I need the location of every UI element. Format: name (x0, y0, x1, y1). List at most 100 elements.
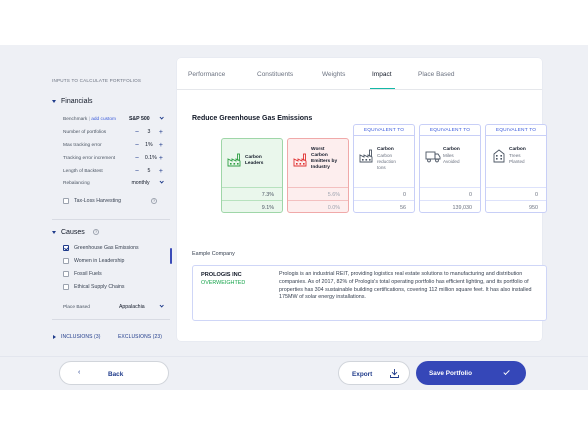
sidebar: INPUTS TO CALCULATE PORTFOLIOS Financial… (45, 45, 175, 345)
carbon-leaders-label: Carbon Leaders (245, 155, 264, 166)
cause-checkbox-greenhouse[interactable]: Greenhouse Gas Emissions (63, 244, 163, 252)
param-value: 3 (147, 129, 151, 135)
impact-panel: Performance Constituents Weights Impact … (177, 58, 547, 341)
increment-button[interactable]: + (159, 142, 163, 149)
footer-divider (0, 356, 588, 357)
inclusions-label: INCLUSIONS (3) (61, 334, 101, 340)
divider (52, 319, 170, 320)
cause-label: Greenhouse Gas Emissions (74, 245, 139, 251)
divider (486, 200, 546, 201)
exclusions-toggle[interactable]: EXCLUSIONS (23) (118, 334, 162, 340)
cause-label: Ethical Supply Chains (74, 284, 125, 290)
carbon-leaders-value-2: 9.1% (261, 205, 274, 211)
tab-constituents[interactable]: Constituents (257, 71, 293, 78)
equivalent-trees-planted-column: EQUIVALENT TO Carbon Trees Planted 0 950 (485, 124, 547, 213)
chevron-down-icon (158, 303, 164, 309)
checkbox-icon (63, 284, 69, 290)
equivalent-subtitle: Carbon reduction tons (377, 153, 396, 170)
param-row-tracking-increment: Tracking error increment − 0.1% + (63, 154, 163, 162)
param-row-max-tracking-error: Max tracking error − 1% + (63, 141, 163, 149)
param-value: 1% (145, 142, 153, 148)
rebalancing-label: Rebalancing (63, 180, 90, 186)
impact-title: Reduce Greenhouse Gas Emissions (192, 115, 313, 122)
save-portfolio-button[interactable]: Save Portfolio (416, 361, 526, 385)
chevron-down-icon (158, 179, 164, 185)
carbon-leaders-value-1: 7.3% (261, 192, 274, 198)
tab-performance[interactable]: Performance (188, 71, 225, 78)
company-description: Prologis is an industrial REIT, providin… (279, 271, 532, 301)
download-icon (390, 369, 399, 378)
checkbox-icon (63, 198, 69, 204)
worst-emitters-label: Worst Carbon Emitters by Industry (311, 147, 338, 170)
divider (222, 187, 282, 188)
benchmark-value: S&P 500 (128, 116, 150, 122)
back-button[interactable]: ‹ Back (59, 361, 169, 385)
factory-icon (359, 149, 373, 163)
tax-loss-label: Tax-Loss Harvesting (74, 198, 121, 204)
factory-icon (227, 153, 241, 167)
causes-section-toggle[interactable]: Causes (52, 229, 85, 236)
param-row-portfolios: Number of portfolios − 3 + (63, 128, 163, 136)
param-value: 0.1% (144, 155, 157, 161)
rebalancing-select[interactable]: monthly (131, 179, 164, 186)
example-company-label: Eample Company (192, 251, 235, 257)
info-icon[interactable]: ? (93, 229, 99, 235)
benchmark-select[interactable]: S&P 500 (128, 115, 164, 122)
equivalent-value-1: 0 (535, 192, 538, 198)
place-based-row: Place Based Appalachia (63, 303, 164, 311)
tab-weights[interactable]: Weights (322, 71, 345, 78)
caret-right-icon (53, 335, 56, 339)
back-label: Back (108, 370, 124, 378)
decrement-button[interactable]: − (135, 155, 139, 162)
building-icon (493, 149, 505, 163)
chevron-down-icon (158, 115, 164, 121)
example-company-card: PROLOGIS INC OVERWEIGHTED Prologis is an… (192, 265, 547, 321)
add-custom-benchmark-link[interactable]: add custom (91, 117, 116, 122)
cause-checkbox-fossil[interactable]: Fossil Fuels (63, 270, 163, 278)
export-label: Export (352, 370, 373, 378)
param-row-backtest-length: Length of Backtest − 5 + (63, 167, 163, 175)
divider (354, 187, 414, 188)
equivalent-value-2: 56 (400, 205, 406, 211)
benchmark-label: Benchmark (63, 116, 88, 122)
export-button[interactable]: Export (338, 361, 410, 385)
save-label: Save Portfolio (429, 369, 472, 377)
cause-checkbox-ethical[interactable]: Ethical Supply Chains (63, 283, 163, 291)
place-based-label: Place Based (63, 304, 90, 310)
increment-button[interactable]: + (159, 168, 163, 175)
increment-button[interactable]: + (159, 155, 163, 162)
equivalent-subtitle: Trees Planted (509, 153, 525, 164)
cause-checkbox-women[interactable]: Women in Leadership (63, 257, 163, 265)
equivalent-heading: EQUIVALENT TO (354, 125, 414, 136)
financials-section-toggle[interactable]: Financials (52, 98, 93, 105)
divider (288, 200, 348, 201)
company-status: OVERWEIGHTED (201, 280, 246, 286)
increment-button[interactable]: + (159, 129, 163, 136)
carbon-leaders-column: Carbon Leaders 7.3% 9.1% (221, 138, 283, 213)
param-value: 5 (147, 168, 151, 174)
param-label: Length of Backtest (63, 168, 103, 174)
rebalancing-row: Rebalancing monthly (63, 179, 164, 187)
tab-bar: Performance Constituents Weights Impact … (177, 58, 542, 90)
divider (486, 187, 546, 188)
tab-impact[interactable]: Impact (372, 71, 392, 78)
decrement-button[interactable]: − (135, 142, 139, 149)
place-based-select[interactable]: Appalachia (119, 303, 164, 310)
factory-icon (293, 153, 307, 167)
tax-loss-harvesting-checkbox[interactable]: Tax-Loss Harvesting (63, 197, 163, 205)
decrement-button[interactable]: − (135, 168, 139, 175)
equivalent-heading: EQUIVALENT TO (420, 125, 480, 136)
sidebar-scrollbar[interactable] (170, 248, 172, 264)
cause-label: Fossil Fuels (74, 271, 102, 277)
caret-down-icon (52, 231, 56, 234)
inclusions-toggle[interactable]: INCLUSIONS (3) (53, 334, 100, 340)
sidebar-heading: INPUTS TO CALCULATE PORTFOLIOS (52, 78, 142, 83)
divider (222, 200, 282, 201)
decrement-button[interactable]: − (135, 129, 139, 136)
tab-place-based[interactable]: Place Based (418, 71, 455, 78)
param-label: Tracking error increment (63, 155, 116, 161)
company-name: PROLOGIS INC (201, 272, 242, 278)
info-icon[interactable]: ? (151, 198, 157, 204)
divider (52, 219, 170, 220)
divider (420, 200, 480, 201)
